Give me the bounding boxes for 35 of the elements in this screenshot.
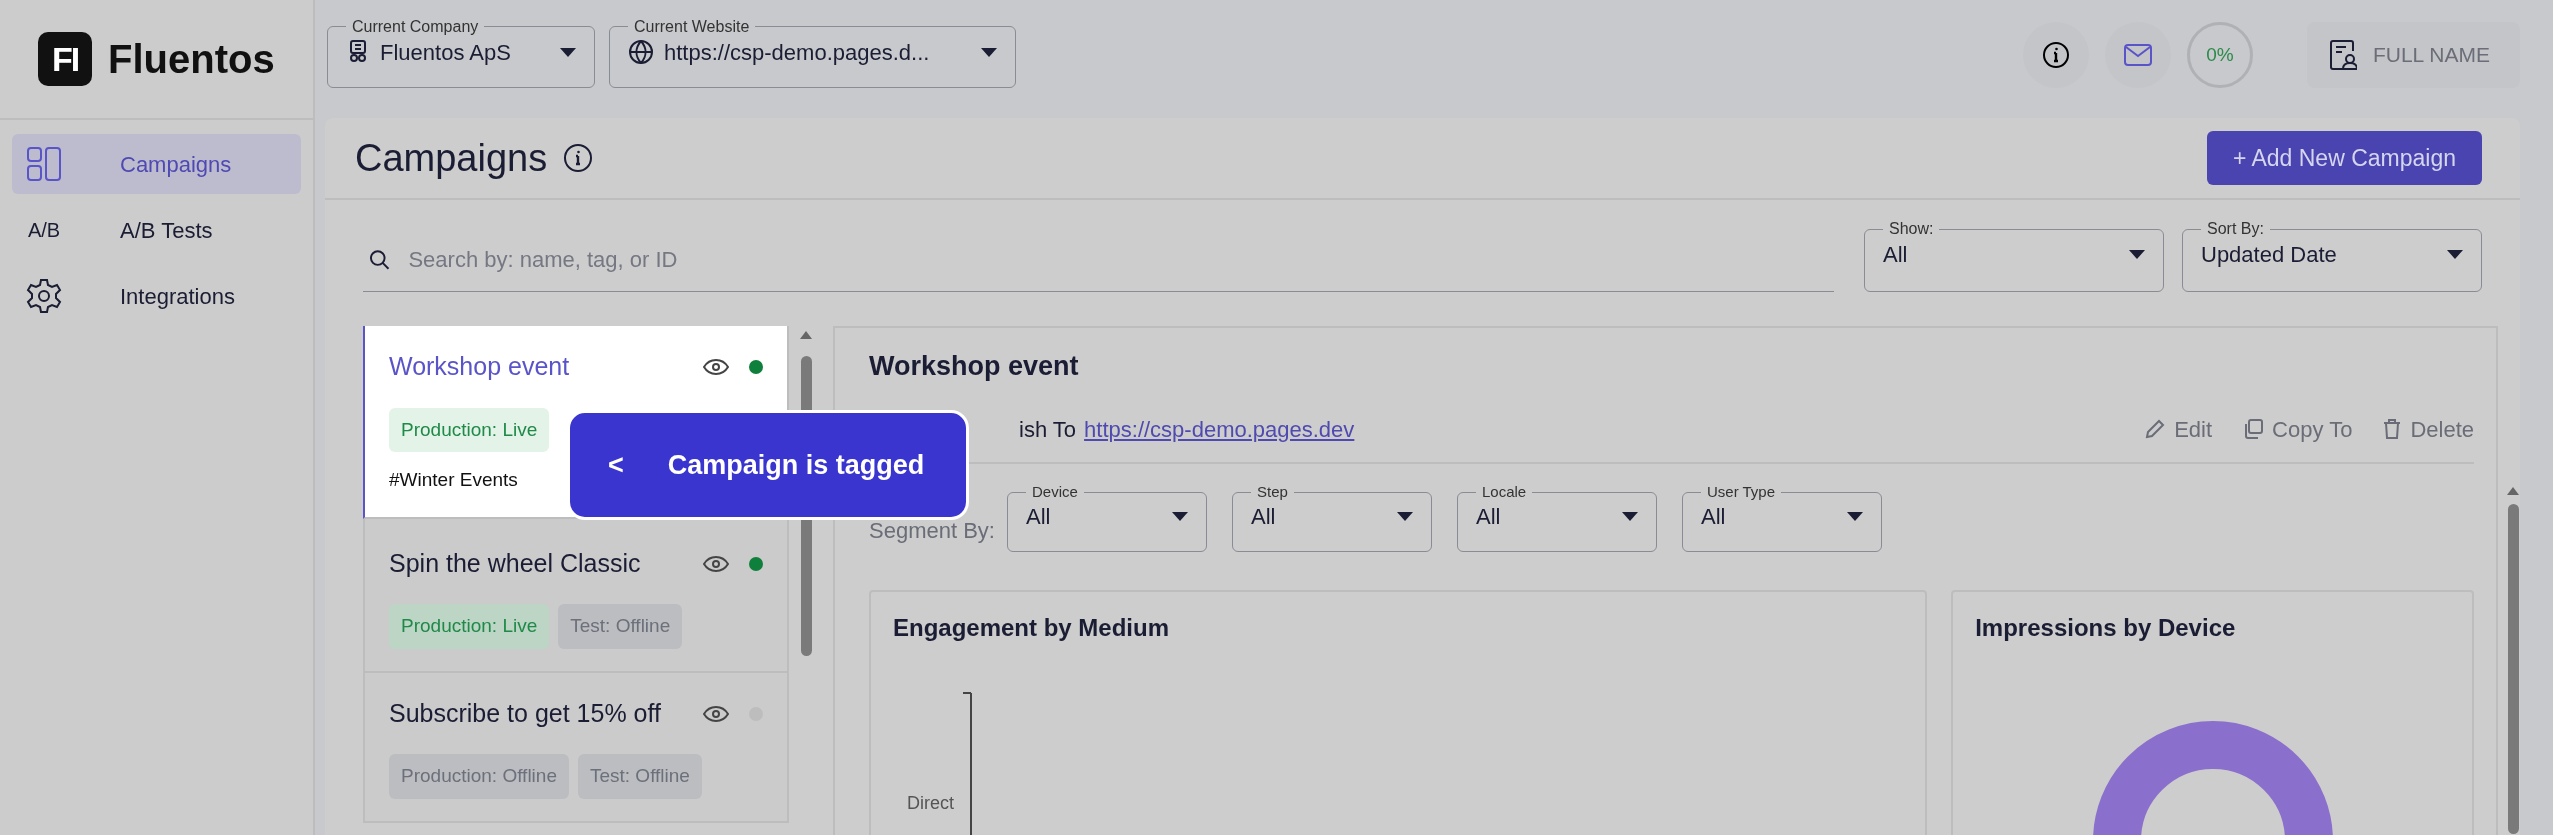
select-value: All bbox=[1700, 503, 1727, 532]
publish-label: ish To bbox=[1019, 415, 1077, 444]
select-value: All bbox=[1025, 503, 1052, 532]
campaign-name: Subscribe to get 15% off bbox=[389, 697, 662, 729]
campaign-title: Workshop event bbox=[869, 350, 1080, 384]
status-label: Production: Live bbox=[389, 604, 550, 649]
select-value: https://csp-demo.pages.d... bbox=[664, 38, 931, 67]
field-label: Device bbox=[1030, 483, 1079, 501]
field-label: Current Website bbox=[633, 18, 751, 36]
segment-label: Segment By: bbox=[869, 517, 995, 546]
chart-title: Impressions by Device bbox=[1975, 612, 2237, 643]
status-label: Production: Live bbox=[389, 407, 550, 453]
tooltip-text: Campaign is tagged bbox=[667, 448, 925, 482]
page-title: Campaigns bbox=[355, 135, 548, 181]
chart-title: Engagement by Medium bbox=[893, 612, 1171, 643]
field-label: User Type bbox=[1705, 483, 1777, 501]
status-label: Production: Offline bbox=[389, 754, 569, 799]
ab-icon: A/B bbox=[27, 215, 61, 245]
status-label: Test: Offline bbox=[558, 604, 683, 649]
status-label: Test: Offline bbox=[577, 754, 702, 799]
select-value: All bbox=[1883, 241, 1909, 270]
select-value: All bbox=[1475, 503, 1502, 532]
campaign-name: Workshop event bbox=[389, 351, 571, 383]
field-label: Locale bbox=[1480, 483, 1528, 501]
logo: FI Fluentos bbox=[0, 0, 313, 120]
campaign-name: Spin the wheel Classic bbox=[389, 547, 642, 579]
progress-indicator: 0% bbox=[2186, 22, 2253, 88]
select-value: Fluentos ApS bbox=[380, 38, 512, 67]
field-label: Step bbox=[1255, 483, 1289, 501]
field-label: Sort By: bbox=[2206, 220, 2265, 239]
select-value: Updated Date bbox=[2201, 241, 2338, 270]
select-value: All bbox=[1250, 503, 1277, 532]
field-label: Current Company bbox=[351, 18, 480, 36]
field-label: Show: bbox=[1888, 220, 1935, 239]
axis-label: Direct bbox=[907, 791, 954, 815]
